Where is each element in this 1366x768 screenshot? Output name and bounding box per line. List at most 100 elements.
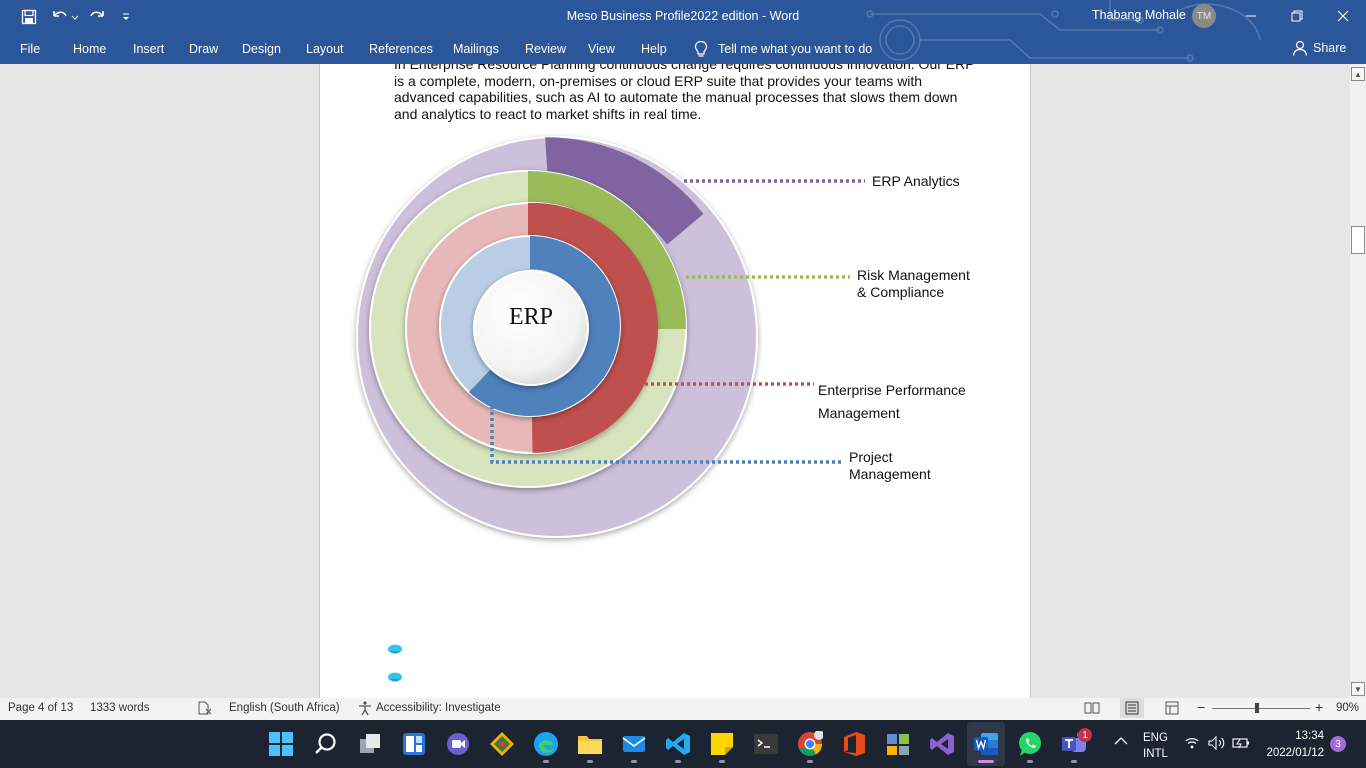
tab-layout[interactable]: Layout [306, 42, 344, 56]
label-epm-line-2: Management [818, 405, 900, 421]
minimize-icon [1246, 15, 1256, 17]
web-layout-icon[interactable] [1164, 700, 1180, 719]
vertical-scrollbar[interactable]: ▲ ▼ [1350, 64, 1366, 698]
clock[interactable]: 13:34 2022/01/12 [1264, 728, 1324, 762]
search-icon[interactable] [313, 731, 339, 757]
accessibility-icon[interactable] [357, 700, 373, 719]
whatsapp-icon[interactable] [1017, 731, 1043, 757]
page-count[interactable]: Page 4 of 13 [8, 702, 73, 714]
chat-icon[interactable] [445, 731, 471, 757]
terminal-icon[interactable] [753, 731, 779, 757]
tell-me-label: Tell me what you want to do [718, 42, 873, 56]
clock-date: 2022/01/12 [1266, 747, 1324, 759]
widgets-icon[interactable] [401, 731, 427, 757]
zoom-slider[interactable] [1212, 703, 1310, 713]
file-explorer-icon[interactable] [577, 731, 603, 757]
office-icon[interactable] [841, 731, 867, 757]
erp-diagram[interactable]: ERP ERP Analytics Risk Management & Comp… [320, 132, 1030, 567]
shape-anchor-icon[interactable] [386, 644, 404, 656]
clock-time: 13:34 [1295, 730, 1324, 742]
print-layout-icon[interactable] [1120, 698, 1144, 718]
user-name[interactable]: Thabang Mohale [1092, 8, 1186, 22]
teams-badge: 1 [1078, 728, 1092, 742]
tab-file[interactable]: File [20, 42, 40, 56]
label-project-line-1: Project [849, 449, 893, 465]
edge-icon[interactable] [533, 731, 559, 757]
running-indicator [631, 760, 637, 763]
label-project-line-2: Management [849, 466, 931, 482]
notification-badge[interactable]: 3 [1330, 736, 1346, 752]
label-erp-analytics-text: ERP Analytics [872, 173, 960, 189]
show-hidden-icons-icon[interactable] [1114, 736, 1128, 749]
zoom-level[interactable]: 90% [1336, 702, 1359, 714]
language[interactable]: English (South Africa) [229, 702, 340, 714]
restore-icon [1291, 10, 1303, 22]
running-indicator [587, 760, 593, 763]
tab-review[interactable]: Review [525, 42, 566, 56]
word-icon[interactable] [973, 731, 999, 757]
task-view-icon[interactable] [357, 731, 383, 757]
zoom-slider-handle[interactable] [1255, 703, 1259, 713]
minimize-button[interactable] [1236, 4, 1266, 28]
label-risk-line-1: Risk Management [857, 267, 970, 283]
label-risk-line-2: & Compliance [857, 284, 945, 300]
tab-insert[interactable]: Insert [133, 42, 164, 56]
share-button[interactable]: Share [1292, 40, 1346, 56]
mail-icon[interactable] [621, 731, 647, 757]
running-indicator [1071, 760, 1077, 763]
wifi-icon[interactable] [1185, 737, 1199, 752]
battery-icon[interactable] [1232, 736, 1250, 753]
document-page[interactable]: In Enterprise Resource Planning continuo… [319, 64, 1031, 698]
vscode-icon[interactable] [665, 731, 691, 757]
language-code: ENG [1143, 732, 1168, 744]
running-indicator [543, 760, 549, 763]
tab-help[interactable]: Help [641, 42, 667, 56]
visual-studio-icon[interactable] [929, 731, 955, 757]
scroll-down-icon[interactable]: ▼ [1351, 682, 1365, 696]
scroll-up-icon[interactable]: ▲ [1351, 67, 1365, 81]
sticky-notes-icon[interactable] [709, 731, 735, 757]
taskbar: 1 ENG INTL 13:34 2022/01/12 3 [0, 720, 1366, 768]
lightbulb-icon [694, 40, 708, 57]
label-epm-line-1: Enterprise Performance [818, 382, 966, 398]
chrome-icon[interactable] [797, 730, 824, 757]
running-indicator [807, 760, 813, 763]
tab-mailings[interactable]: Mailings [453, 42, 499, 56]
network-tool-icon[interactable] [885, 731, 911, 757]
tab-view[interactable]: View [588, 42, 615, 56]
dev-tool-icon[interactable] [489, 731, 515, 757]
keyboard-layout: INTL [1143, 748, 1168, 760]
running-indicator [719, 760, 725, 763]
status-bar: Page 4 of 13 1333 words English (South A… [0, 698, 1366, 720]
accessibility-status[interactable]: Accessibility: Investigate [376, 702, 501, 714]
tab-home[interactable]: Home [73, 42, 106, 56]
running-indicator [1027, 760, 1033, 763]
body-paragraph[interactable]: In Enterprise Resource Planning continuo… [394, 64, 984, 122]
word-count[interactable]: 1333 words [90, 702, 149, 714]
avatar[interactable]: TM [1192, 4, 1216, 28]
tab-design[interactable]: Design [242, 42, 281, 56]
close-button[interactable] [1328, 4, 1358, 28]
scroll-thumb[interactable] [1351, 226, 1365, 254]
shape-anchor-icon[interactable] [386, 672, 404, 684]
person-icon [1292, 40, 1308, 56]
erp-center-label: ERP [508, 304, 553, 330]
zoom-out-button[interactable]: − [1197, 699, 1205, 715]
volume-icon[interactable] [1208, 735, 1226, 753]
restore-button[interactable] [1282, 4, 1312, 28]
read-mode-icon[interactable] [1084, 700, 1100, 719]
label-erp-analytics: ERP Analytics [872, 173, 960, 190]
tell-me-search[interactable]: Tell me what you want to do [694, 40, 872, 58]
proofing-icon[interactable] [196, 700, 212, 719]
erp-rings-graphic [356, 136, 865, 538]
tab-references[interactable]: References [369, 42, 433, 56]
title-bar: Meso Business Profile2022 edition - Word… [0, 0, 1366, 64]
start-icon[interactable] [268, 731, 294, 757]
input-language[interactable]: ENG INTL [1143, 730, 1168, 762]
running-indicator [675, 760, 681, 763]
active-indicator [978, 760, 994, 763]
share-label: Share [1313, 41, 1347, 55]
zoom-in-button[interactable]: + [1315, 699, 1323, 715]
tab-draw[interactable]: Draw [189, 42, 218, 56]
document-area: In Enterprise Resource Planning continuo… [0, 64, 1350, 698]
